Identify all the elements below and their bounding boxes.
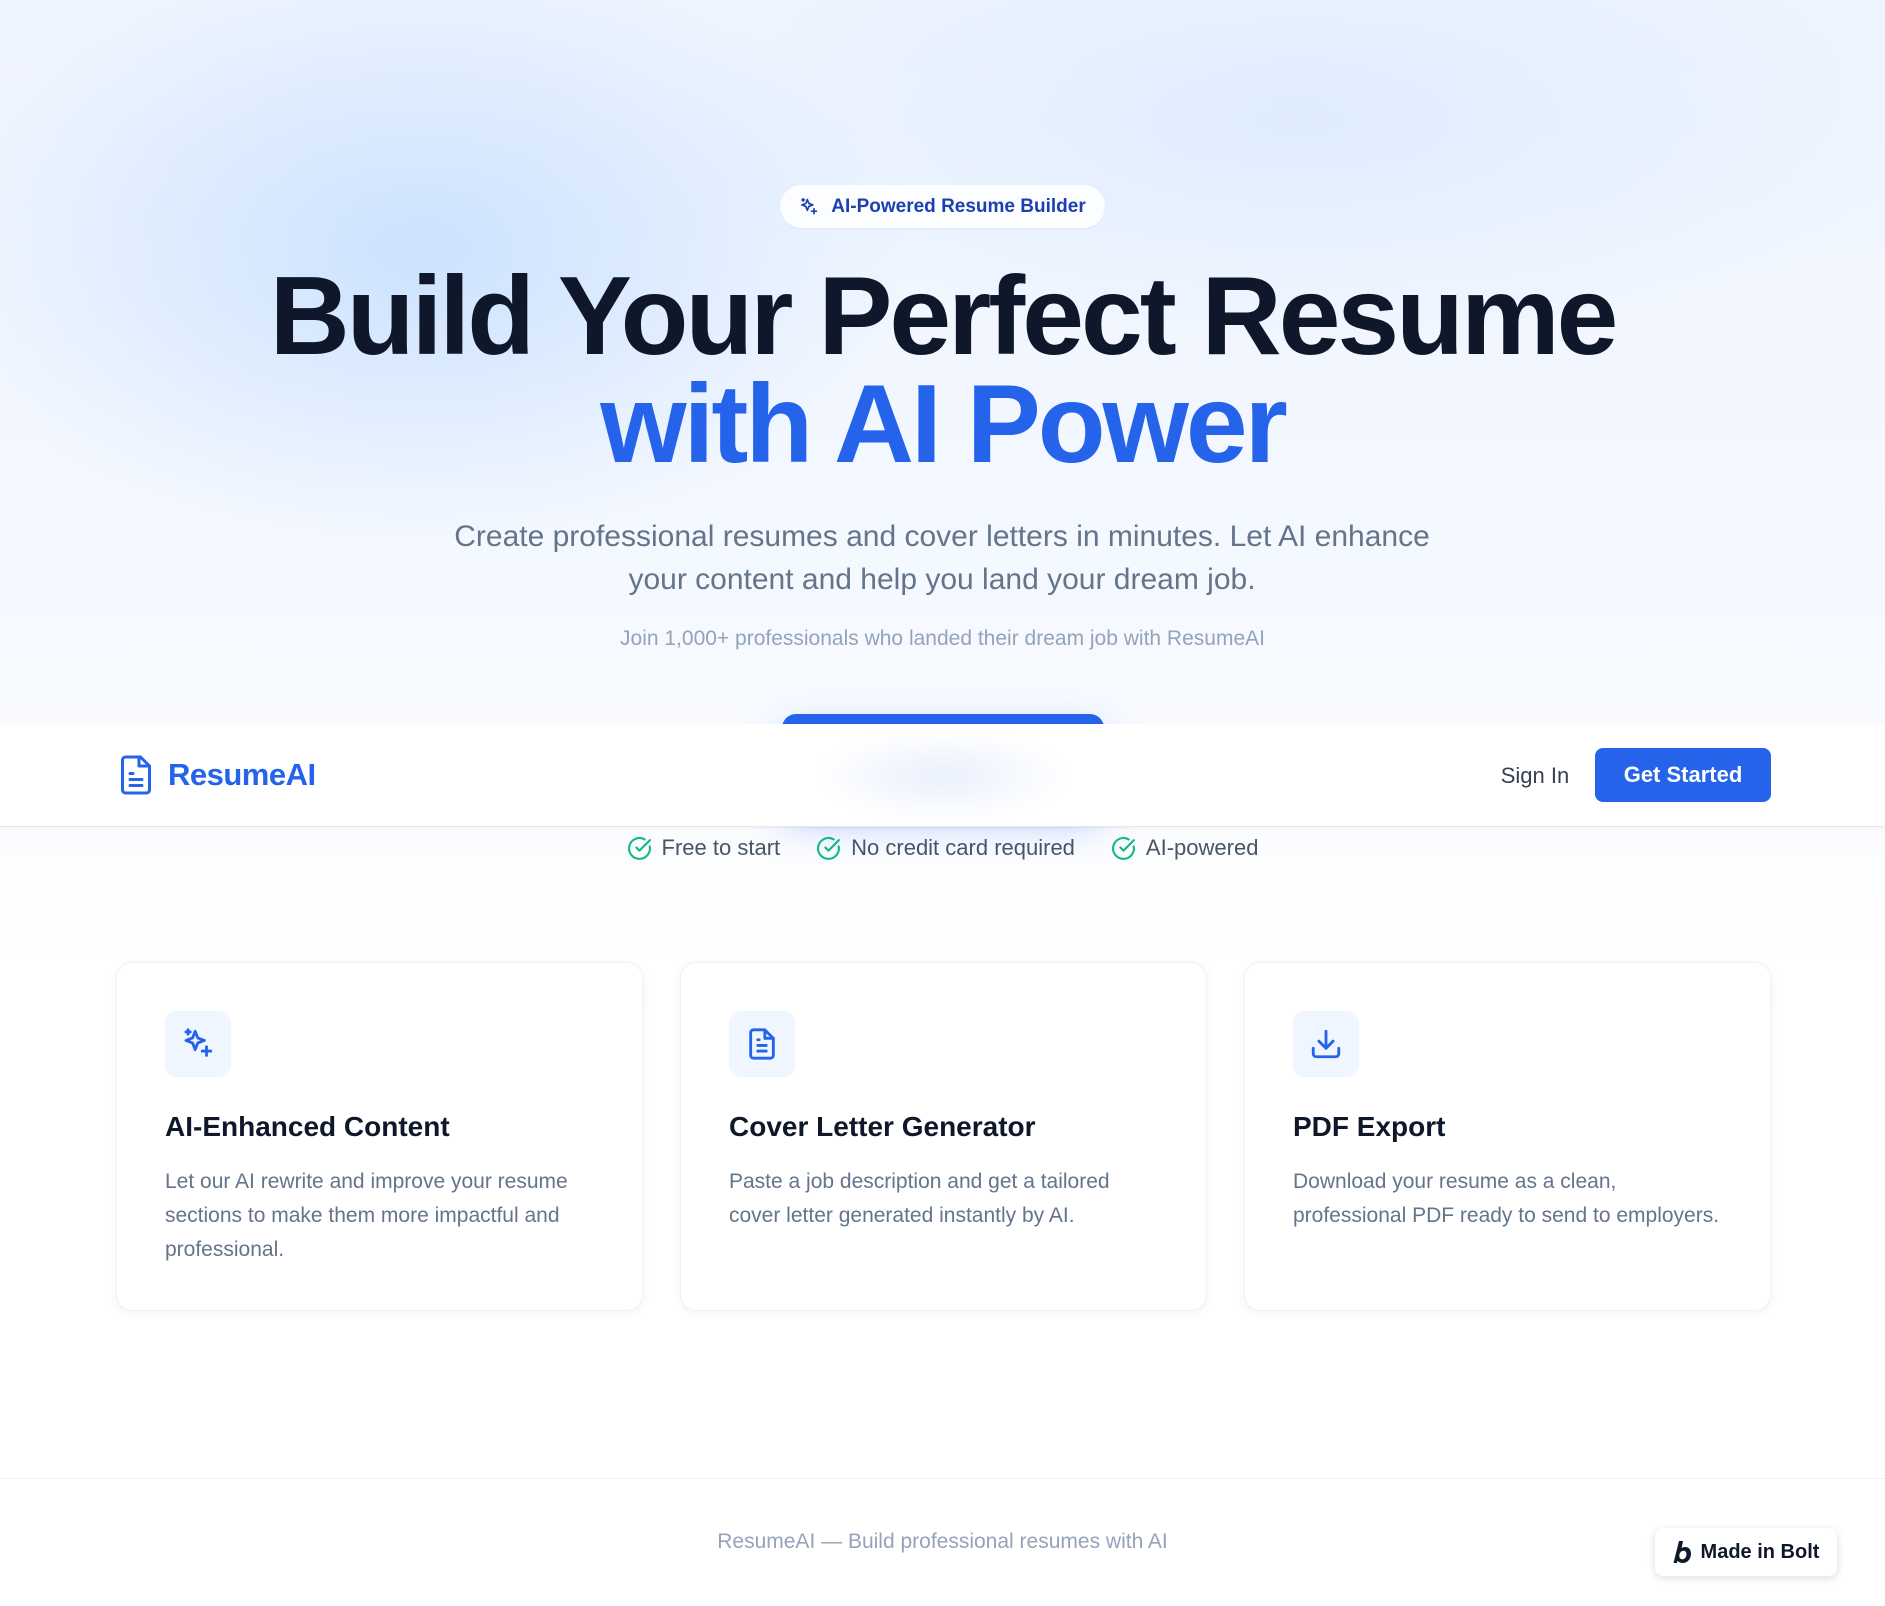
get-started-button[interactable]: Get Started <box>1595 748 1771 802</box>
footer-text: ResumeAI — Build professional resumes wi… <box>717 1530 1168 1553</box>
navbar: ResumeAI Sign In Get Started <box>0 724 1885 827</box>
feature-card-pdf-export: PDF Export Download your resume as a cle… <box>1244 962 1771 1311</box>
benefit-checks: Free to start No credit card required AI… <box>0 835 1885 861</box>
brand-name: ResumeAI <box>168 757 316 792</box>
feature-icon-container <box>1293 1011 1359 1077</box>
brand-logo[interactable]: ResumeAI <box>118 754 316 796</box>
hero-subtitle: Create professional resumes and cover le… <box>454 520 1430 596</box>
check-item-free: Free to start <box>627 835 781 861</box>
feature-title: AI-Enhanced Content <box>165 1111 450 1142</box>
feature-cards: AI-Enhanced Content Let our AI rewrite a… <box>116 962 1771 1311</box>
check-item-label: Free to start <box>661 835 781 860</box>
check-item-ai: AI-powered <box>1111 835 1259 861</box>
document-icon <box>749 1028 775 1060</box>
bolt-logo-icon <box>1673 1541 1691 1563</box>
footer-divider <box>0 1478 1885 1479</box>
hero-badge: AI-Powered Resume Builder <box>780 185 1105 228</box>
check-item-label: AI-powered <box>1145 835 1259 860</box>
made-in-bolt-badge[interactable]: Made in Bolt <box>1655 1528 1837 1576</box>
check-item-no-card: No credit card required <box>816 835 1075 861</box>
feature-icon-container <box>165 1011 231 1077</box>
social-proof-text: Join 1,000+ professionals who landed the… <box>620 627 1265 650</box>
hero-headline: Build Your Perfect Resume with AI Power <box>0 254 1885 486</box>
bolt-badge-label: Made in Bolt <box>1700 1540 1820 1563</box>
feature-card-cover-letter: Cover Letter Generator Paste a job descr… <box>680 962 1207 1311</box>
sparkles-icon <box>184 1028 213 1057</box>
feature-title: PDF Export <box>1293 1111 1446 1142</box>
feature-description: Let our AI rewrite and improve your resu… <box>165 1170 568 1261</box>
download-icon <box>1311 1029 1341 1059</box>
hero-headline-line2: with AI Power <box>600 362 1288 486</box>
feature-title: Cover Letter Generator <box>729 1111 1036 1142</box>
check-item-label: No credit card required <box>851 835 1075 860</box>
sign-in-link[interactable]: Sign In <box>1480 758 1590 794</box>
document-icon <box>121 755 151 795</box>
feature-icon-container <box>729 1011 795 1077</box>
hero-cta-glow <box>770 724 1115 827</box>
feature-card-ai-content: AI-Enhanced Content Let our AI rewrite a… <box>116 962 643 1311</box>
sparkles-icon <box>801 197 818 214</box>
check-circle-icon <box>1112 836 1135 860</box>
feature-description: Download your resume as a clean, profess… <box>1293 1170 1720 1227</box>
feature-description: Paste a job description and get a tailor… <box>729 1170 1110 1227</box>
hero-headline-line1: Build Your Perfect Resume <box>269 254 1619 378</box>
check-circle-icon <box>817 836 841 860</box>
hero-badge-label: AI-Powered Resume Builder <box>831 195 1086 217</box>
check-circle-icon <box>627 836 651 860</box>
